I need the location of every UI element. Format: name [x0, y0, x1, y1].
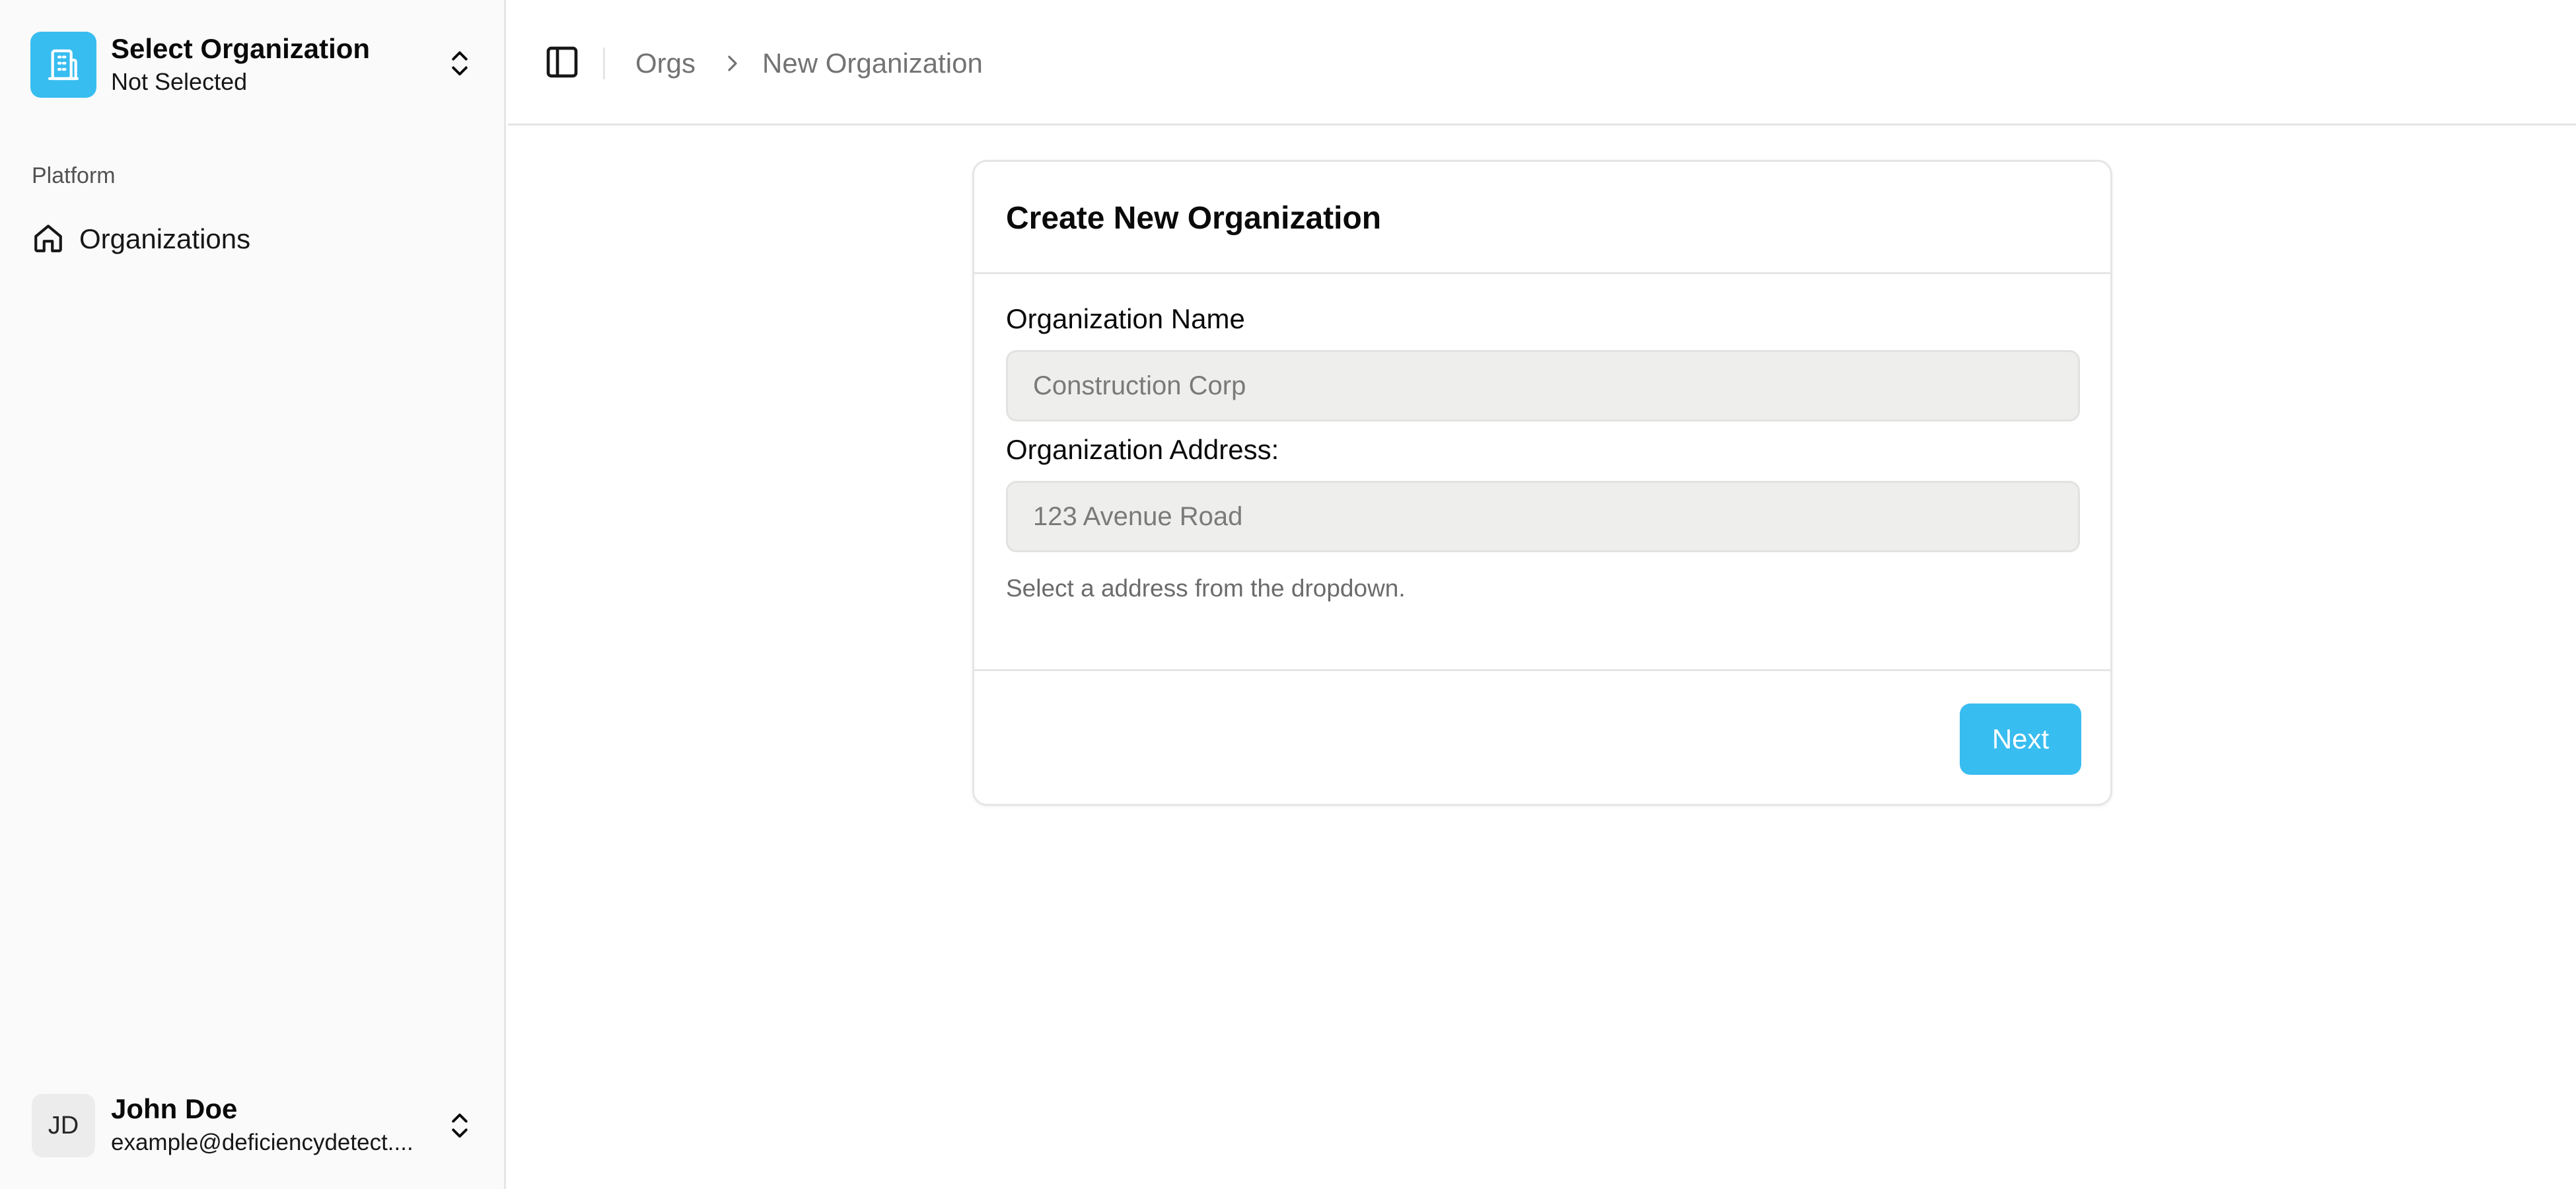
organization-address-label: Organization Address: — [1006, 434, 1279, 465]
user-email: example@deficiencydetect.... — [111, 1130, 413, 1155]
card-footer-divider — [974, 669, 2110, 671]
user-name: John Doe — [111, 1093, 238, 1124]
header-divider — [603, 48, 605, 79]
sidebar-item-organizations[interactable]: Organizations — [16, 210, 490, 268]
card-title: Create New Organization — [1006, 201, 1382, 236]
organization-name-label: Organization Name — [1006, 303, 1245, 334]
create-organization-card: Create New Organization Organization Nam… — [972, 160, 2112, 806]
next-button[interactable]: Next — [1960, 703, 2081, 775]
user-menu[interactable]: JD John Doe example@deficiencydetect.... — [16, 1077, 490, 1174]
chevron-right-icon — [728, 55, 737, 71]
address-helper-text: Select a address from the dropdown. — [1006, 575, 1406, 602]
org-switcher[interactable]: Select Organization Not Selected — [16, 16, 490, 111]
org-title: Select Organization — [111, 33, 371, 64]
sidebar-panel-icon[interactable] — [544, 44, 581, 81]
org-switcher-text: Select Organization Not Selected — [111, 32, 370, 98]
organization-address-input[interactable] — [1006, 481, 2080, 552]
chevrons-up-down-icon — [452, 51, 468, 76]
top-header: Orgs New Organization — [508, 0, 2576, 126]
chevrons-up-down-icon — [452, 1113, 468, 1138]
building-icon — [30, 32, 96, 98]
user-text: John Doe example@deficiencydetect.... — [111, 1091, 441, 1159]
org-subtitle: Not Selected — [111, 68, 248, 95]
sidebar-item-label: Organizations — [79, 223, 251, 254]
home-icon — [34, 225, 62, 252]
sidebar: Select Organization Not Selected Platfor… — [0, 0, 506, 1189]
avatar: JD — [32, 1094, 95, 1157]
breadcrumb-item-orgs[interactable]: Orgs — [635, 46, 696, 81]
breadcrumb-item-current: New Organization — [762, 48, 983, 79]
organization-name-input[interactable] — [1006, 350, 2080, 421]
sidebar-group-label: Platform — [32, 163, 116, 188]
card-header: Create New Organization — [974, 162, 2110, 274]
